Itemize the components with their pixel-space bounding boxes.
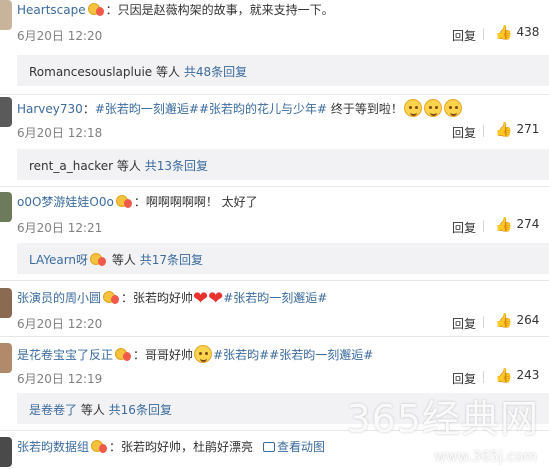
watermark-url: www.365j.com	[434, 449, 537, 465]
reply-button[interactable]: 回复	[452, 315, 476, 332]
replies-user-link[interactable]: LAYearn呀	[29, 253, 88, 267]
replies-count-link[interactable]: 共48条回复	[184, 65, 247, 79]
hashtag-link[interactable]: #张若昀一刻邂逅#	[269, 348, 373, 362]
avatar[interactable]	[0, 97, 13, 127]
divider	[483, 28, 484, 40]
surprised-emoji-icon	[194, 345, 213, 363]
thumbs-up-icon: 👍	[495, 25, 513, 41]
comment-text-suffix: 终于等到啦！	[327, 102, 403, 116]
thumbs-up-icon: 👍	[495, 217, 513, 233]
heart-icon: ❤	[208, 288, 224, 309]
vip-badge-icon	[87, 2, 105, 16]
comment-date: 6月20日 12:19	[17, 372, 103, 386]
username[interactable]: o0O梦游娃娃O0o	[17, 195, 114, 209]
comment-date: 6月20日 12:20	[17, 317, 103, 331]
reply-button[interactable]: 回复	[452, 27, 476, 44]
avatar[interactable]	[0, 437, 13, 467]
like-count: 243	[516, 368, 540, 382]
username[interactable]: 张演员的周小圆	[17, 291, 101, 305]
heart-icon: ❤	[193, 288, 209, 309]
reply-button[interactable]: 回复	[452, 219, 476, 236]
like-button[interactable]: 👍 264	[495, 313, 539, 329]
like-button[interactable]: 👍 274	[495, 217, 539, 233]
divider	[483, 316, 484, 328]
avatar[interactable]	[0, 343, 13, 373]
avatar[interactable]	[0, 192, 13, 222]
comment-text: ：啊啊啊啊啊！ 太好了	[133, 195, 258, 209]
replies-count-link[interactable]: 共16条回复	[109, 403, 172, 417]
avatar[interactable]	[0, 0, 13, 30]
comment-date: 6月20日 12:21	[17, 221, 103, 235]
like-button[interactable]: 👍 243	[495, 368, 539, 384]
smile-emoji-icon	[443, 99, 462, 117]
vip-badge-icon	[115, 194, 133, 208]
vip-badge-icon	[102, 290, 120, 304]
thumbs-up-icon: 👍	[495, 368, 513, 384]
like-count: 264	[516, 313, 540, 327]
divider	[0, 336, 549, 337]
comment-text-prefix: ：	[82, 102, 95, 116]
replies-count-link[interactable]: 共17条回复	[140, 253, 203, 267]
like-count: 274	[516, 217, 540, 231]
like-button[interactable]: 👍 271	[495, 122, 539, 138]
hashtag-link[interactable]: #张若昀一刻邂逅#	[223, 291, 327, 305]
hashtag-link[interactable]: #张若昀#	[213, 348, 269, 362]
vip-badge-icon	[90, 439, 108, 453]
divider	[0, 186, 549, 187]
username[interactable]: 张若昀数据组	[17, 440, 89, 454]
replies-users-suffix: 等人	[108, 253, 136, 267]
smile-emoji-icon	[423, 99, 442, 117]
reply-button[interactable]: 回复	[452, 370, 476, 387]
like-count: 438	[516, 25, 540, 39]
replies-users: Romancesouslapluie 等人	[29, 65, 180, 79]
vip-badge-icon	[89, 252, 107, 266]
thumbs-up-icon: 👍	[495, 313, 513, 329]
replies-count-link[interactable]: 共13条回复	[145, 159, 208, 173]
view-gif-link[interactable]: 查看动图	[277, 440, 325, 454]
divider	[0, 280, 549, 281]
image-icon	[263, 442, 276, 452]
replies-user-link[interactable]: 是卷卷了	[29, 403, 77, 417]
replies-summary[interactable]: LAYearn呀 等人 共17条回复	[17, 243, 549, 274]
replies-summary[interactable]: Romancesouslapluie 等人 共48条回复	[17, 55, 549, 86]
like-button[interactable]: 👍 438	[495, 25, 539, 41]
comment-text: ：张若昀好帅	[121, 291, 194, 305]
comment-text: ：只因是赵薇构架的故事，就来支持一下。	[105, 3, 334, 17]
divider	[483, 125, 484, 137]
comment-text: ：哥哥好帅	[133, 348, 194, 362]
username[interactable]: 是花卷宝宝了反正	[17, 348, 113, 362]
hashtag-link[interactable]: #张若昀的花儿与少年#	[199, 102, 327, 116]
smile-emoji-icon	[403, 99, 422, 117]
username[interactable]: Heartscape	[17, 3, 86, 17]
username[interactable]: Harvey730	[17, 102, 83, 116]
avatar[interactable]	[0, 288, 13, 318]
replies-summary[interactable]: rent_a_hacker 等人 共13条回复	[17, 149, 549, 180]
thumbs-up-icon: 👍	[495, 122, 513, 138]
comment-text: ：张若昀好帅，杜鹃好漂亮	[109, 440, 254, 454]
replies-users-suffix: 等人	[77, 403, 105, 417]
comment-date: 6月20日 12:18	[17, 126, 103, 140]
divider	[483, 220, 484, 232]
hashtag-link[interactable]: #张若昀一刻邂逅#	[95, 102, 199, 116]
vip-badge-icon	[114, 347, 132, 361]
reply-button[interactable]: 回复	[452, 124, 476, 141]
divider	[0, 94, 549, 95]
like-count: 271	[516, 122, 540, 136]
comment-date: 6月20日 12:20	[17, 29, 103, 43]
divider	[483, 371, 484, 383]
replies-users: rent_a_hacker 等人	[29, 159, 141, 173]
watermark-logo: 365经典网	[346, 397, 539, 441]
